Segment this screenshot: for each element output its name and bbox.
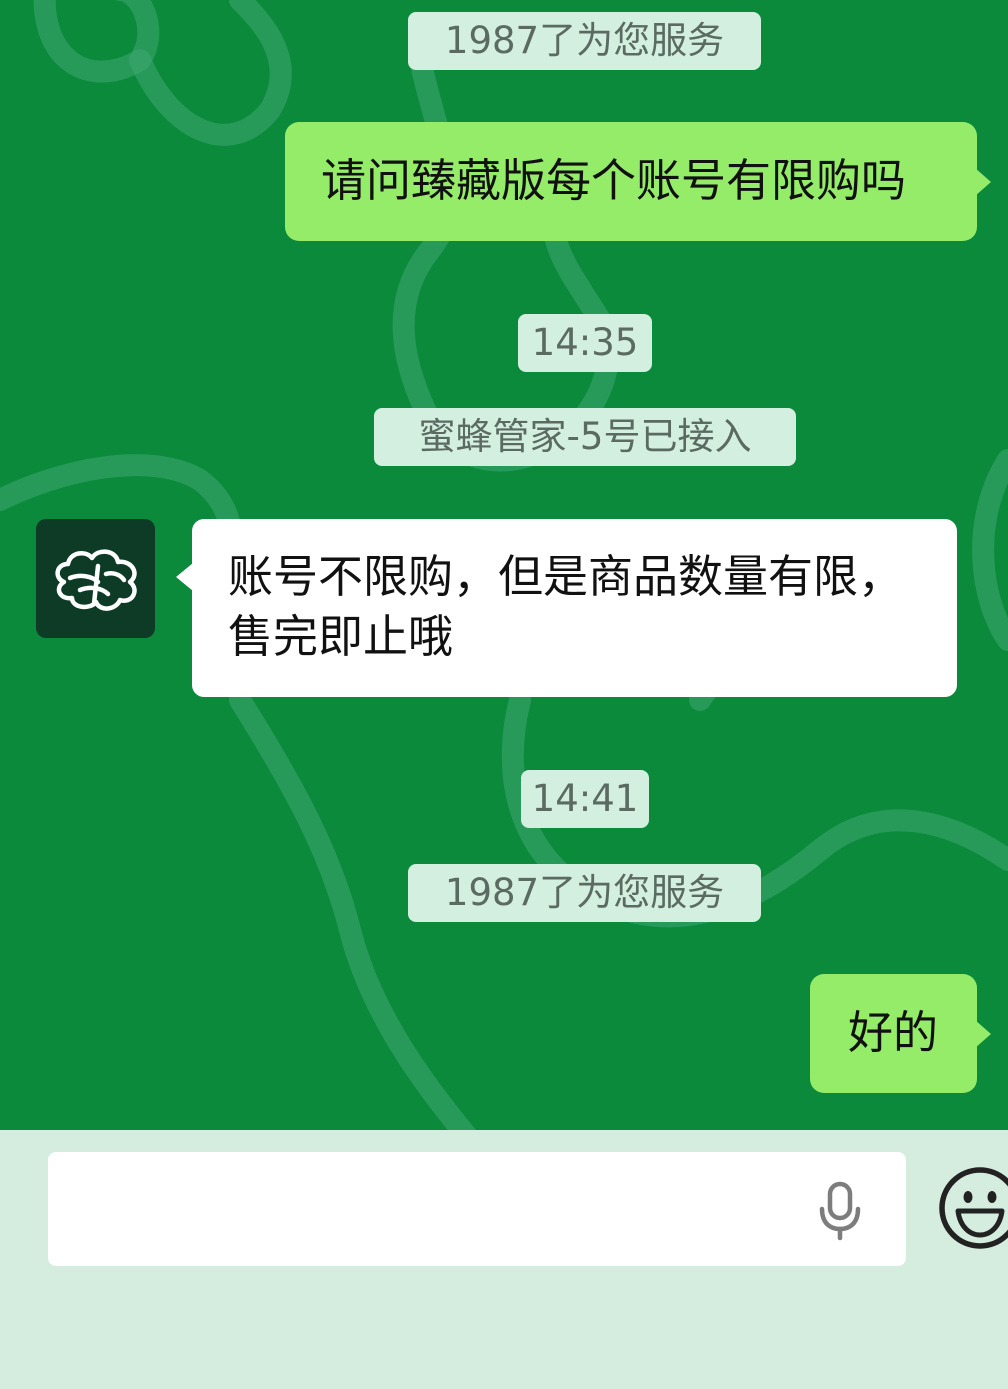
outgoing-message-bubble[interactable]: 好的 <box>810 974 991 1093</box>
timestamp: 14:35 <box>518 314 652 372</box>
input-bar <box>0 1130 1008 1389</box>
message-text-line: 账号不限购，但是商品数量有限， <box>228 550 904 603</box>
bubble-tail <box>176 563 193 591</box>
timestamp: 14:41 <box>521 770 649 828</box>
system-notice: 蜜蜂管家-5号已接入 <box>374 408 796 466</box>
microphone-icon[interactable] <box>815 1181 865 1241</box>
agent-avatar[interactable] <box>36 519 155 638</box>
bubble-tail <box>975 1020 991 1048</box>
bubble-tail <box>975 168 991 196</box>
smiley-face-icon[interactable] <box>936 1165 1008 1251</box>
message-text: 好的 <box>848 1006 939 1059</box>
outgoing-message-bubble[interactable]: 请问臻藏版每个账号有限购吗 <box>285 122 991 241</box>
chat-screen: 1987了为您服务 请问臻藏版每个账号有限购吗 14:35 蜜蜂管家-5号已接入… <box>0 0 1008 1389</box>
incoming-message-bubble[interactable]: 账号不限购，但是商品数量有限， 售完即止哦 <box>176 519 957 697</box>
message-text-line: 售完即止哦 <box>228 610 454 663</box>
system-notice: 1987了为您服务 <box>408 864 761 922</box>
system-notice: 1987了为您服务 <box>408 12 761 70</box>
message-input[interactable] <box>48 1152 906 1266</box>
message-text: 请问臻藏版每个账号有限购吗 <box>321 154 907 207</box>
flower-logo-icon <box>54 548 137 611</box>
